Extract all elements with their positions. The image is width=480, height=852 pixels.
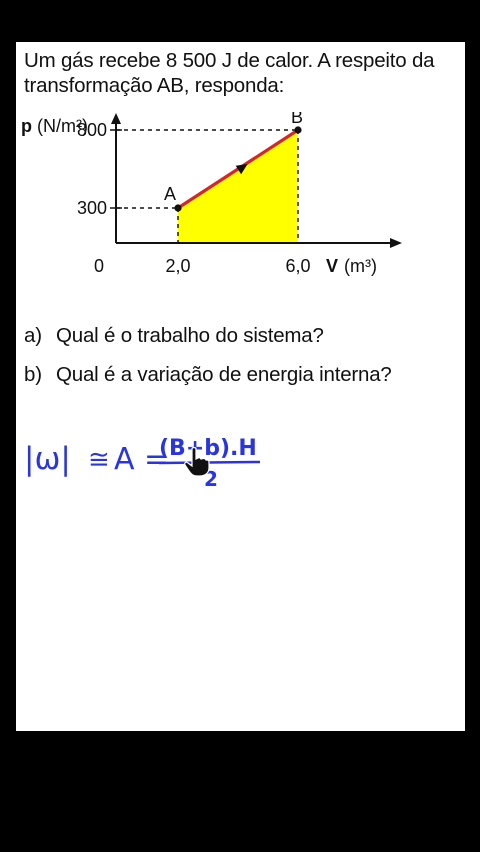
question-a: a) Qual é o trabalho do sistema? <box>24 324 324 348</box>
statement-line-2: transformação AB, responda: <box>24 74 285 97</box>
y-axis-arrow-icon <box>111 113 121 124</box>
question-a-text: Qual é o trabalho do sistema? <box>56 324 324 347</box>
work-area-fill <box>178 130 298 243</box>
x-axis-arrow-icon <box>390 238 402 248</box>
question-b-text: Qual é a variação de energia interna? <box>56 363 392 386</box>
statement-line-1: Um gás recebe 8 500 J de calor. A respei… <box>24 49 435 72</box>
x-axis-label: V (m³) <box>326 256 377 276</box>
problem-statement: Um gás recebe 8 500 J de calor. A respei… <box>24 48 460 98</box>
worksheet: Um gás recebe 8 500 J de calor. A respei… <box>16 42 465 731</box>
handwritten-approx-symbol: ≅ <box>88 445 110 475</box>
point-a-label: A <box>164 184 176 204</box>
hand-pointer-icon[interactable] <box>184 447 210 477</box>
question-a-letter: a) <box>24 324 42 347</box>
question-b: b) Qual é a variação de energia interna? <box>24 363 392 387</box>
point-a-dot <box>174 204 182 212</box>
x-tick-label-6: 6,0 <box>285 256 310 276</box>
y-tick-label-300: 300 <box>77 198 107 218</box>
handwritten-work-magnitude: |ω| <box>24 441 71 477</box>
y-tick-label-800: 800 <box>77 120 107 140</box>
x-tick-label-2: 2,0 <box>165 256 190 276</box>
question-b-letter: b) <box>24 363 42 386</box>
point-b-dot <box>294 126 302 134</box>
origin-label: 0 <box>94 256 104 276</box>
handwritten-formula: |ω| ≅ A = (B+b).H 2 <box>24 436 261 491</box>
pv-diagram: p (N/m²) 800 300 0 2,0 6,0 V (m³) A B <box>21 112 402 276</box>
point-b-label: B <box>291 112 303 127</box>
